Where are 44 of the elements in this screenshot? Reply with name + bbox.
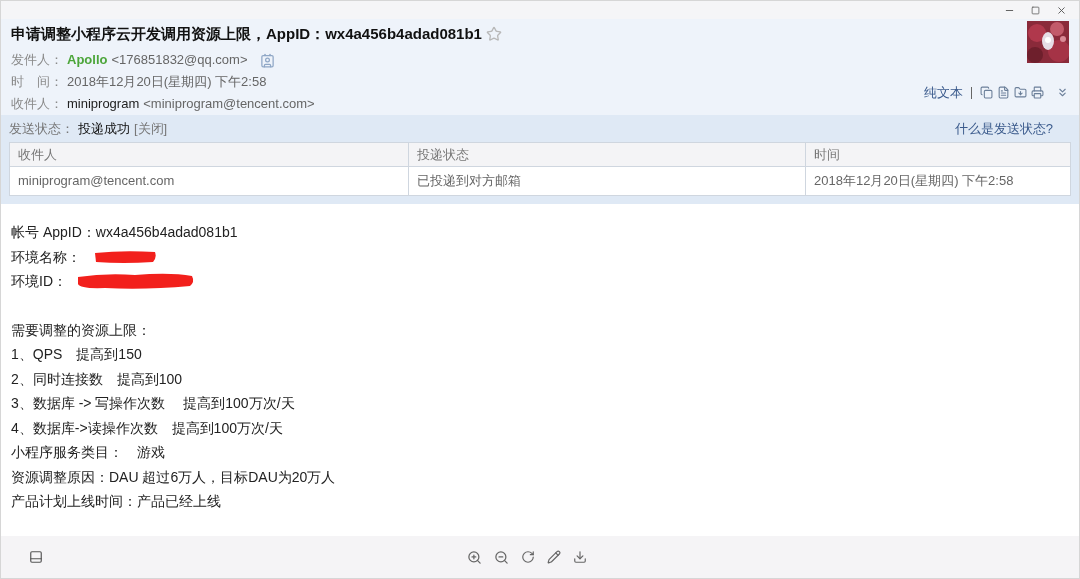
status-label: 发送状态： bbox=[9, 120, 74, 139]
body-text: 4、数据库->读操作次数 提高到100万次/天 bbox=[11, 418, 283, 438]
rotate-icon[interactable] bbox=[521, 549, 535, 564]
body-text: 环境ID： bbox=[11, 272, 67, 291]
status-value: 投递成功 bbox=[78, 120, 130, 139]
plain-text-link[interactable]: 纯文本 bbox=[924, 83, 963, 103]
body-text: 资源调整原因：DAU 超过6万人，目标DAU为20万人 bbox=[11, 467, 336, 487]
field-label: 发件人： bbox=[11, 51, 63, 70]
body-text: 环境名称： bbox=[11, 247, 81, 267]
column-header: 投递状态 bbox=[408, 142, 806, 167]
star-icon[interactable] bbox=[485, 26, 502, 42]
table-cell: 已投递到对方邮箱 bbox=[408, 166, 806, 196]
status-help-link[interactable]: 什么是发送状态? bbox=[954, 119, 1053, 139]
column-header: 时间 bbox=[805, 142, 1071, 167]
layout-icon[interactable] bbox=[29, 550, 43, 564]
print-icon[interactable] bbox=[1031, 86, 1044, 100]
sender-address: <176851832@qq.com> bbox=[111, 51, 248, 70]
body-text: 2、同时连接数 提高到100 bbox=[11, 369, 183, 389]
document-icon[interactable] bbox=[997, 86, 1010, 100]
folder-icon[interactable] bbox=[1014, 86, 1027, 100]
recipient-name[interactable]: miniprogram bbox=[67, 94, 140, 114]
download-icon[interactable] bbox=[573, 549, 587, 564]
table-cell: 2018年12月20日(星期四) 下午2:58 bbox=[805, 166, 1071, 196]
sent-time: 2018年12月20日(星期四) 下午2:58 bbox=[67, 73, 267, 92]
field-label: 时 间： bbox=[11, 73, 63, 92]
body-text: 产品计划上线时间：产品已经上线 bbox=[11, 492, 221, 511]
zoom-in-icon[interactable] bbox=[467, 549, 482, 565]
body-text: 小程序服务类目： 游戏 bbox=[11, 443, 165, 462]
close-icon[interactable] bbox=[1056, 4, 1067, 16]
pencil-icon[interactable] bbox=[547, 549, 561, 564]
maximize-icon[interactable] bbox=[1031, 5, 1040, 15]
body-text: 需要调整的资源上限： bbox=[11, 320, 151, 340]
column-header: 收件人 bbox=[9, 142, 409, 167]
window-icon[interactable] bbox=[980, 86, 993, 100]
close-status-link[interactable]: [关闭] bbox=[134, 119, 168, 139]
email-subject: 申请调整小程序云开发调用资源上限，AppID：wx4a456b4adad081b1 bbox=[11, 23, 482, 44]
table-cell: miniprogram@tencent.com bbox=[9, 166, 409, 196]
redaction-mark bbox=[93, 249, 157, 264]
recipient-address: <miniprogram@tencent.com> bbox=[143, 95, 315, 114]
body-text: 3、数据库 -> 写操作次数 提高到100万次/天 bbox=[11, 394, 295, 413]
body-text: 1、QPS 提高到150 bbox=[11, 345, 142, 364]
zoom-out-icon[interactable] bbox=[494, 549, 509, 565]
body-text: 帐号 AppID：wx4a456b4adad081b1 bbox=[11, 223, 238, 242]
field-label: 收件人： bbox=[11, 95, 63, 114]
